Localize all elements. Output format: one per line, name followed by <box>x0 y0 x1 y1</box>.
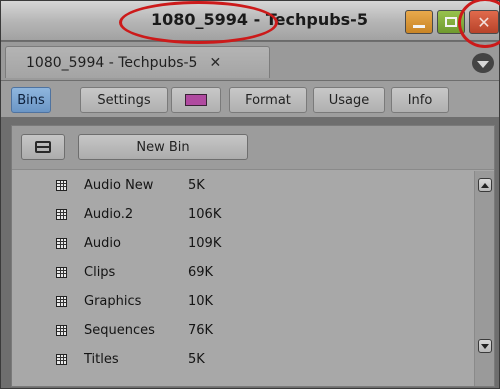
close-icon: ✕ <box>477 12 491 32</box>
bin-name: Clips <box>84 264 116 280</box>
bins-panel: New Bin Audio New 5K Audio.2 106K Audio … <box>11 125 495 387</box>
tab-color-swatch[interactable] <box>171 87 221 113</box>
bin-size: 76K <box>188 322 214 338</box>
bin-size: 5K <box>188 351 205 367</box>
bin-icon <box>56 325 67 336</box>
bin-icon <box>56 238 67 249</box>
window-title: 1080_5994 - Techpubs-5 <box>151 10 368 29</box>
tab-row: 1080_5994 - Techpubs-5 ✕ <box>1 42 499 80</box>
bin-name: Audio.2 <box>84 206 134 222</box>
tab-info[interactable]: Info <box>391 87 449 113</box>
scroll-down-button[interactable] <box>478 339 492 353</box>
tab-bins[interactable]: Bins <box>11 87 51 113</box>
bins-toolbar: New Bin <box>12 126 494 170</box>
bin-icon <box>56 209 67 220</box>
arrow-down-icon <box>481 343 489 349</box>
tab-format[interactable]: Format <box>229 87 307 113</box>
close-button[interactable]: ✕ <box>469 10 499 34</box>
bin-size: 106K <box>188 206 222 222</box>
tab-usage[interactable]: Usage <box>313 87 385 113</box>
bin-name: Sequences <box>84 322 155 338</box>
vertical-scrollbar[interactable] <box>474 171 494 386</box>
minimize-button[interactable] <box>405 10 433 34</box>
list-item[interactable]: Audio 109K <box>12 229 472 257</box>
list-item[interactable]: Clips 69K <box>12 258 472 286</box>
bin-size: 10K <box>188 293 214 309</box>
bin-size: 109K <box>188 235 222 251</box>
bin-icon <box>56 180 67 191</box>
chevron-down-icon <box>477 61 489 68</box>
color-swatch-icon <box>185 94 207 106</box>
scroll-up-button[interactable] <box>478 178 492 192</box>
bin-view-toggle-button[interactable] <box>21 134 65 160</box>
bin-icon <box>56 267 67 278</box>
bin-name: Graphics <box>84 293 142 309</box>
maximize-icon <box>445 17 457 27</box>
project-window: 1080_5994 - Techpubs-5 ✕ 1080_5994 - Tec… <box>0 0 500 389</box>
bin-name: Titles <box>84 351 119 367</box>
bin-name: Audio New <box>84 177 154 193</box>
minimize-icon <box>413 25 425 28</box>
list-item[interactable]: Audio.2 106K <box>12 200 472 228</box>
bin-icon <box>56 296 67 307</box>
tab-settings[interactable]: Settings <box>80 87 168 113</box>
list-item[interactable]: Audio New 5K <box>12 171 472 199</box>
new-bin-button[interactable]: New Bin <box>78 134 248 160</box>
title-bar[interactable]: 1080_5994 - Techpubs-5 ✕ <box>1 1 499 41</box>
project-subtabs: Bins Settings Format Usage Info <box>1 81 499 117</box>
arrow-up-icon <box>481 182 489 188</box>
project-tab[interactable]: 1080_5994 - Techpubs-5 ✕ <box>5 46 270 78</box>
bin-size: 69K <box>188 264 214 280</box>
project-tab-label: 1080_5994 - Techpubs-5 <box>26 54 198 71</box>
maximize-button[interactable] <box>437 10 465 34</box>
fast-menu-button[interactable] <box>472 53 494 73</box>
bin-name: Audio <box>84 235 121 251</box>
bin-size: 5K <box>188 177 205 193</box>
bin-view-toggle-icon <box>35 141 51 153</box>
list-item[interactable]: Titles 5K <box>12 345 472 373</box>
list-item[interactable]: Sequences 76K <box>12 316 472 344</box>
list-item[interactable]: Graphics 10K <box>12 287 472 315</box>
bin-list: Audio New 5K Audio.2 106K Audio 109K Cli… <box>12 171 472 386</box>
tab-close-icon[interactable]: ✕ <box>209 55 221 71</box>
bin-icon <box>56 354 67 365</box>
